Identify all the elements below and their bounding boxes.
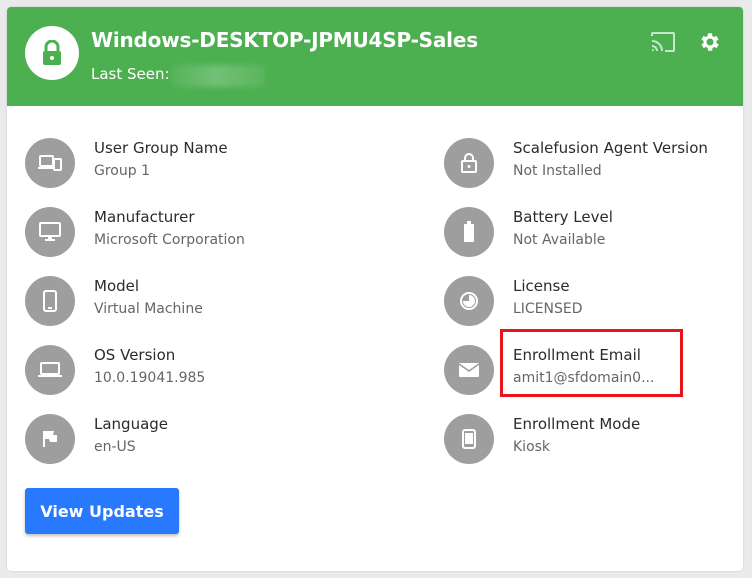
info-icon-circle [25,414,75,464]
devices-icon [38,155,62,171]
cast-icon[interactable] [650,31,676,53]
info-icon-circle [444,207,494,257]
device-lock-badge [25,26,79,80]
laptop-icon [38,362,62,377]
device-header: Windows-DESKTOP-JPMU4SP-Sales Last Seen: [7,7,743,106]
info-value: Microsoft Corporation [94,232,245,248]
info-icon-circle [444,345,494,395]
info-icon-circle [25,138,75,188]
info-label: License [513,277,570,295]
enrollment-email-highlight [500,329,683,397]
lock-icon [461,153,477,173]
info-label: User Group Name [94,139,228,157]
info-icon-circle [25,207,75,257]
info-label: Enrollment Mode [513,415,641,433]
battery-icon [464,221,474,242]
device-name: Windows-DESKTOP-JPMU4SP-Sales [91,28,478,52]
last-seen-label: Last Seen: [91,65,170,83]
gear-icon[interactable] [698,30,722,54]
info-value: Virtual Machine [94,301,203,317]
phone-icon [43,290,57,312]
info-label: Language [94,415,169,433]
info-icon-circle [444,276,494,326]
info-value: 10.0.19041.985 [94,370,206,386]
info-label: Scalefusion Agent Version [513,139,708,157]
last-seen-value-redacted [169,65,265,87]
info-label: Battery Level [513,208,613,226]
view-updates-button[interactable]: View Updates [25,488,179,534]
info-label: Model [94,277,140,295]
mail-icon [458,363,480,377]
info-value: Kiosk [513,439,551,455]
info-value: Not Installed [513,163,602,179]
info-label: Manufacturer [94,208,195,226]
info-label: OS Version [94,346,176,364]
info-icon-circle [444,414,494,464]
info-value: Group 1 [94,163,150,179]
info-icon-circle [25,276,75,326]
lock-icon [43,40,61,65]
tablet-icon [462,429,476,449]
license-icon [460,292,478,310]
device-info-card: Windows-DESKTOP-JPMU4SP-Sales Last Seen:… [7,7,743,571]
info-value: Not Available [513,232,606,248]
info-value: LICENSED [513,301,583,317]
info-value: en-US [94,439,136,455]
monitor-icon [39,222,61,241]
info-icon-circle [444,138,494,188]
info-icon-circle [25,345,75,395]
flag-icon [43,431,57,447]
